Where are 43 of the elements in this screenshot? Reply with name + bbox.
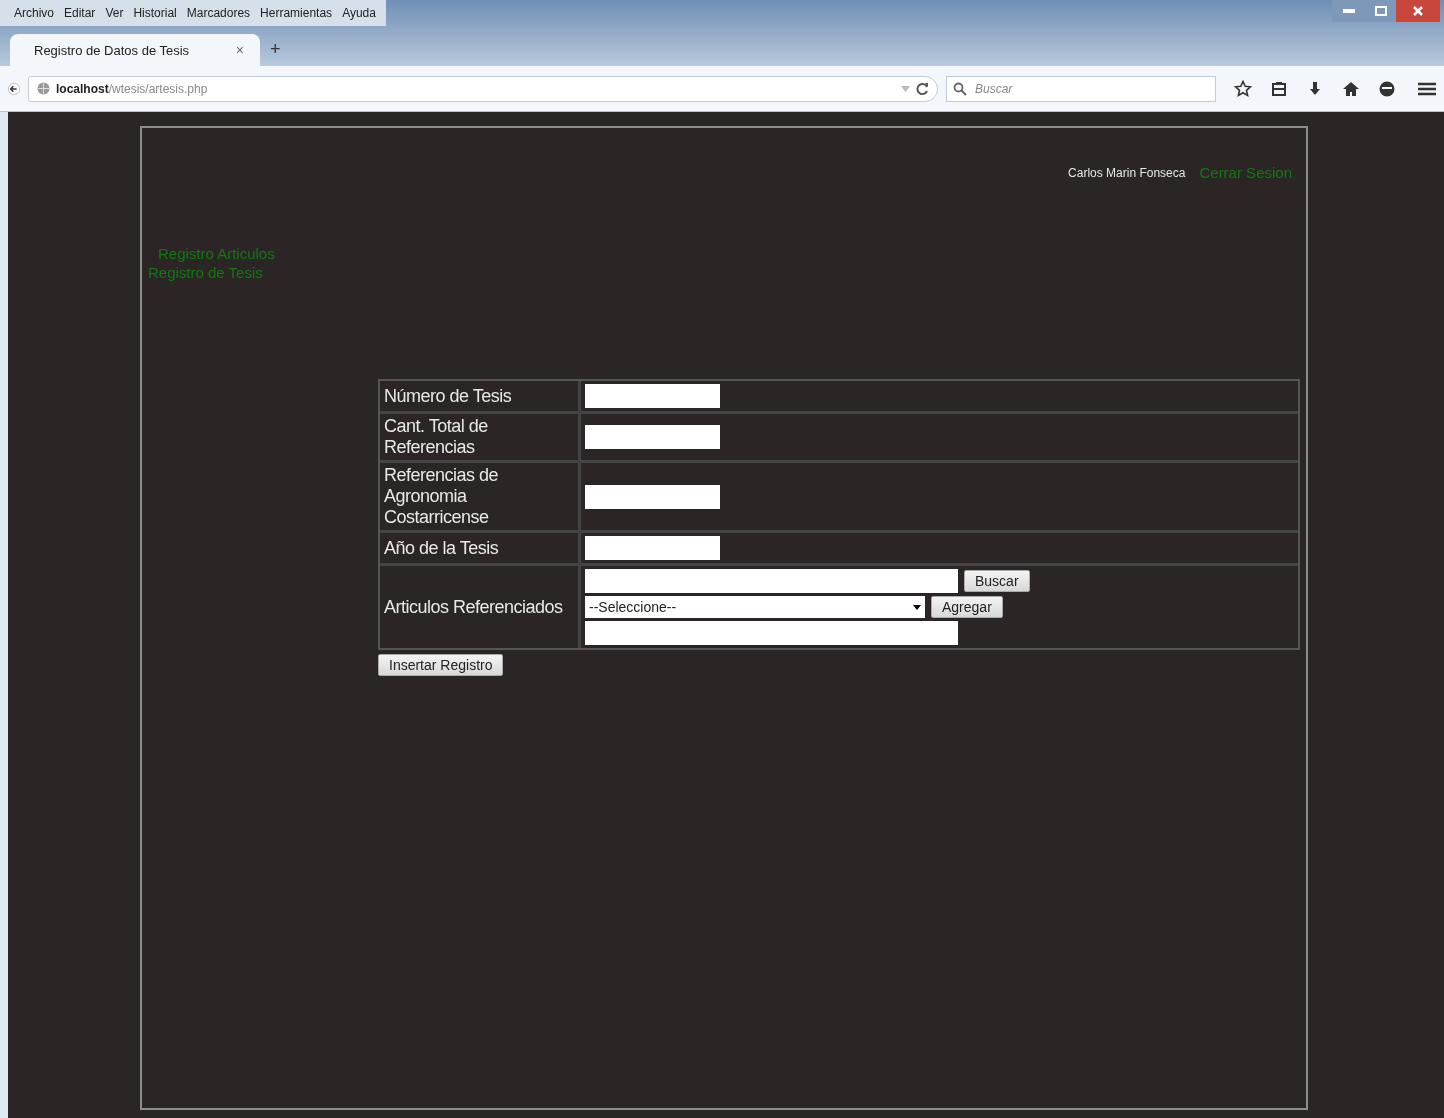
field-label: Referencias de Agronomia Costarricense: [380, 463, 578, 530]
input-field[interactable]: [585, 484, 720, 509]
input-field[interactable]: [585, 536, 720, 560]
star-icon[interactable]: [1234, 79, 1252, 98]
menu-item[interactable]: Historial: [133, 6, 177, 26]
dropdown-arrow-icon: [913, 604, 921, 610]
globe-icon: [37, 82, 50, 95]
browser-tab[interactable]: Registro de Datos de Tesis ×: [10, 34, 260, 66]
tab-title: Registro de Datos de Tesis: [34, 42, 190, 58]
field-label: Articulos Referenciados: [380, 566, 578, 648]
reload-icon[interactable]: [916, 82, 929, 95]
close-icon: [1413, 6, 1423, 16]
minimize-button[interactable]: [1332, 0, 1366, 22]
select-field[interactable]: --Seleccione--: [585, 596, 925, 618]
input-field[interactable]: [585, 569, 958, 593]
field-label: Año de la Tesis: [380, 533, 578, 563]
maximize-button[interactable]: [1366, 0, 1396, 22]
menu-item[interactable]: Herramientas: [260, 6, 333, 26]
menu-item[interactable]: Editar: [64, 6, 96, 26]
submit-button[interactable]: Insertar Registro: [378, 654, 504, 676]
field-label: Número de Tesis: [380, 381, 578, 411]
new-tab-button[interactable]: +: [270, 39, 281, 66]
menu-item[interactable]: Marcadores: [186, 6, 251, 26]
menu-item[interactable]: Ver: [105, 6, 124, 26]
tab-close-button[interactable]: ×: [235, 42, 244, 58]
menu-item[interactable]: Archivo: [14, 6, 54, 26]
search-field[interactable]: Buscar: [946, 75, 1216, 102]
input-field[interactable]: [585, 621, 958, 645]
maximize-icon: [1375, 6, 1387, 16]
minimize-icon: [1343, 9, 1355, 13]
field-label: Cant. Total de Referencias: [380, 414, 578, 460]
user-name: Carlos Marin Fonseca: [1068, 165, 1186, 180]
address-bar[interactable]: localhost/wtesis/artesis.php: [28, 75, 938, 102]
search-icon: [953, 81, 967, 96]
close-button[interactable]: [1396, 0, 1440, 22]
home-icon[interactable]: [1342, 79, 1360, 98]
add-button[interactable]: Agregar: [931, 596, 1003, 618]
menu-item[interactable]: Ayuda: [342, 6, 376, 26]
clipboard-icon[interactable]: [1270, 79, 1288, 98]
url-text: localhost/wtesis/artesis.php: [56, 81, 208, 96]
search-button[interactable]: Buscar: [964, 570, 1030, 592]
input-field[interactable]: [585, 425, 720, 449]
input-field[interactable]: [585, 384, 720, 408]
